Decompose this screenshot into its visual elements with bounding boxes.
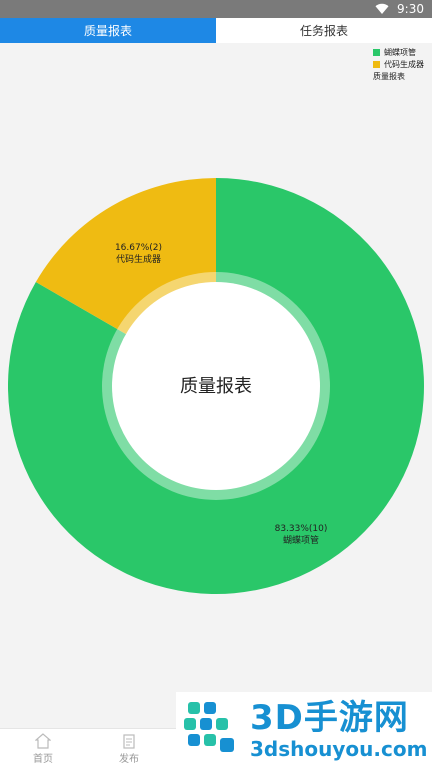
slice-value-label: 16.67%(2): [115, 243, 162, 253]
status-time: 9:30: [397, 2, 424, 16]
nav-home-label: 首页: [33, 753, 53, 765]
legend-label: 代码生成器: [384, 59, 424, 69]
chart-center-title: 质量报表: [180, 376, 252, 397]
slice-category-label: 代码生成器: [116, 253, 161, 265]
legend-label: 蝴蝶项管: [384, 48, 416, 57]
watermark-logo: [184, 702, 234, 752]
slice-value-label: 83.33%(10): [275, 524, 328, 534]
watermark-url: 3dshouyou.com: [250, 737, 428, 761]
donut-chart: 质量报表 83.33%(10)蝴蝶项管 16.67%(2)代码生成器: [7, 178, 424, 594]
legend-swatch: [373, 49, 380, 57]
legend-item: 代码生成器: [373, 59, 424, 71]
nav-home[interactable]: 首页: [0, 729, 86, 768]
slice-category-label: 蝴蝶项管: [283, 534, 319, 546]
status-bar: 9:30: [0, 0, 432, 18]
legend-title: 质量报表: [373, 72, 405, 81]
wifi-icon: [375, 3, 389, 15]
watermark: 3D手游网 3dshouyou.com: [176, 692, 432, 768]
tab-task-report[interactable]: 任务报表: [216, 18, 432, 43]
legend-item: 蝴蝶项管: [373, 47, 424, 59]
nav-publish[interactable]: 发布: [86, 729, 172, 768]
chart-legend: 蝴蝶项管 代码生成器 质量报表: [373, 47, 424, 83]
nav-publish-label: 发布: [119, 753, 139, 765]
watermark-title: 3D手游网: [250, 698, 409, 738]
tab-quality-report[interactable]: 质量报表: [0, 18, 216, 43]
publish-icon: [123, 733, 135, 749]
home-icon: [35, 732, 51, 749]
legend-swatch: [373, 60, 380, 68]
tab-bar: 质量报表 任务报表: [0, 18, 432, 43]
